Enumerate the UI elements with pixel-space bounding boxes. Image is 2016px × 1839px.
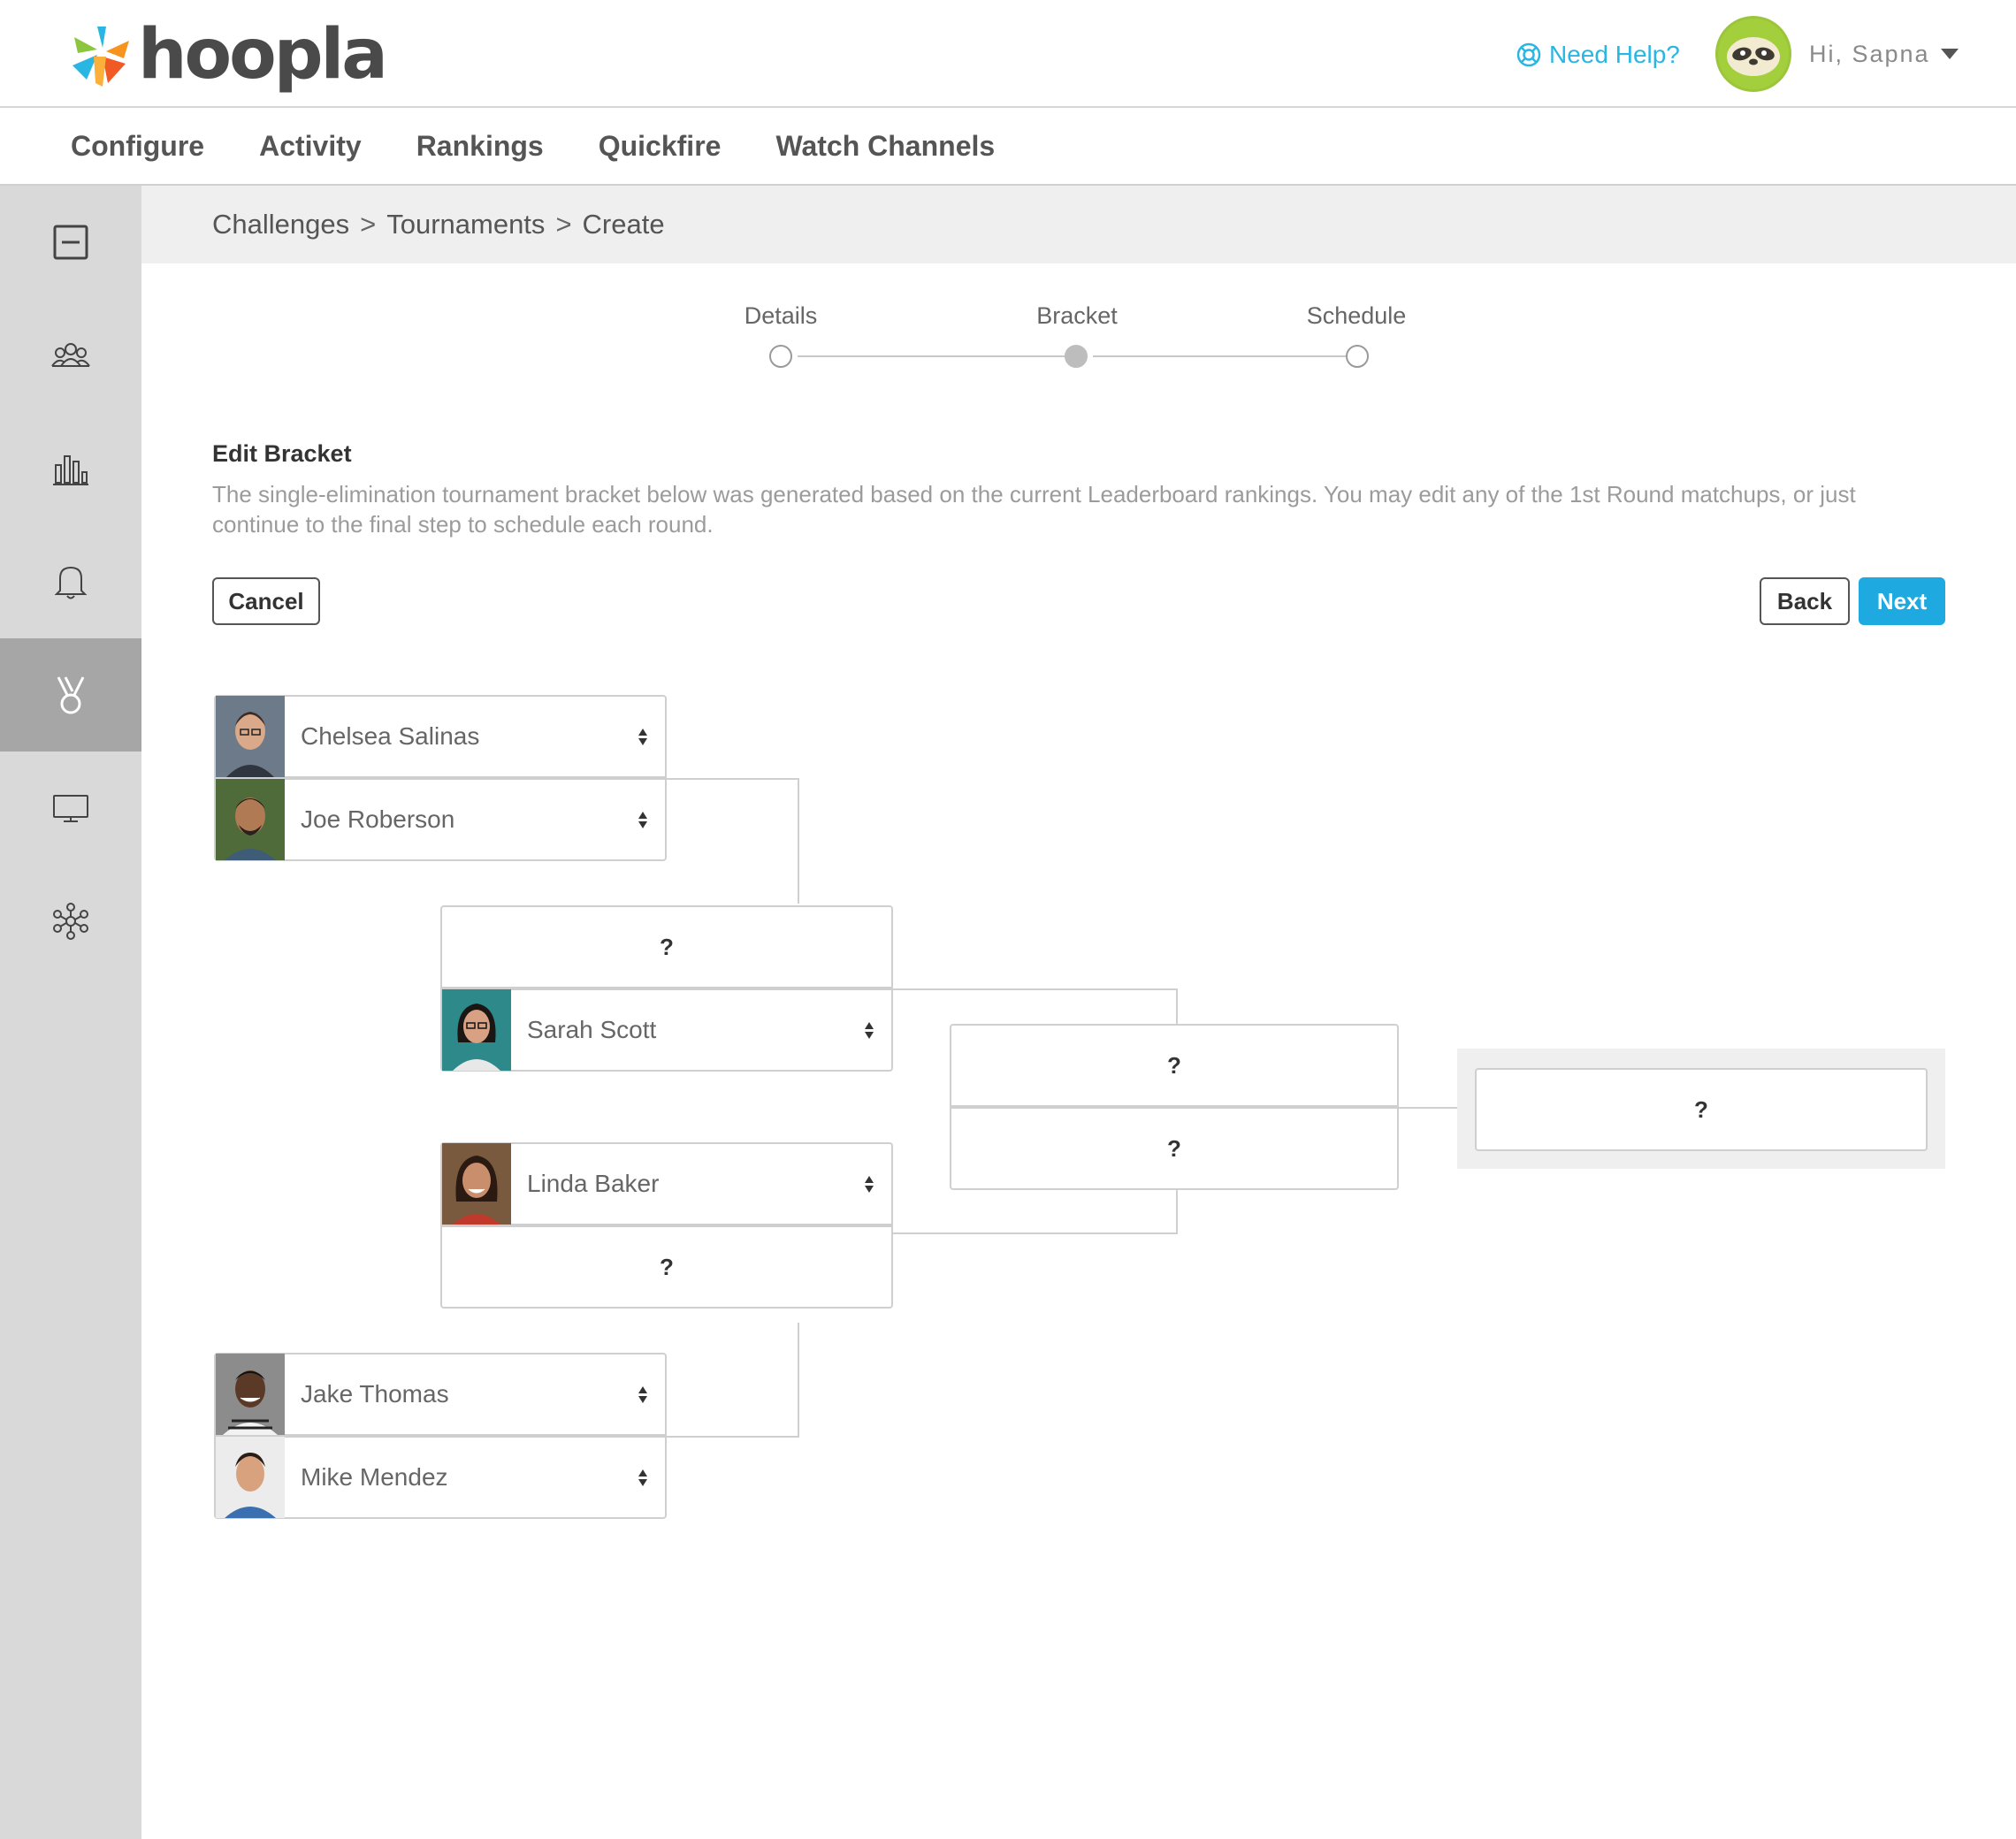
nav-activity[interactable]: Activity — [259, 130, 362, 163]
stepper-line — [798, 355, 1066, 357]
tbd-placeholder: ? — [1167, 1134, 1181, 1162]
sidebar-item-channels[interactable] — [0, 752, 141, 865]
hoopla-logo[interactable]: hoopla — [67, 11, 388, 99]
tbd-placeholder: ? — [660, 1253, 674, 1280]
breadcrumb-create: Create — [582, 209, 665, 240]
wizard-stepper: Details Bracket Schedule — [745, 302, 1450, 373]
nav-quickfire[interactable]: Quickfire — [599, 130, 722, 163]
sort-arrows-icon[interactable] — [630, 1385, 656, 1403]
chevron-down-icon[interactable] — [1940, 49, 1959, 59]
bracket-slot-round3[interactable]: ? — [950, 1024, 1399, 1107]
medal-icon — [57, 676, 85, 714]
stepper-line — [1093, 355, 1348, 357]
sloth-avatar-icon — [1718, 19, 1789, 89]
bracket-connector — [798, 1323, 799, 1438]
section-title: Edit Bracket — [212, 440, 352, 467]
sidebar-item-stats[interactable] — [0, 412, 141, 525]
player-name: Joe Roberson — [301, 805, 455, 833]
step-bracket-label: Bracket — [1036, 302, 1118, 329]
player-name: Jake Thomas — [301, 1380, 449, 1408]
sort-arrows-icon[interactable] — [856, 1021, 882, 1039]
sidebar-item-dashboard[interactable] — [0, 186, 141, 299]
step-bracket-dot[interactable] — [1065, 345, 1088, 368]
bracket-slot-round1[interactable]: Mike Mendez — [214, 1436, 667, 1519]
section-description: The single-elimination tournament bracke… — [212, 481, 1856, 538]
step-schedule-label: Schedule — [1306, 302, 1407, 329]
breadcrumb-challenges[interactable]: Challenges — [212, 209, 349, 240]
nav-configure[interactable]: Configure — [71, 130, 204, 163]
player-photo — [216, 779, 285, 860]
bracket-slot-round2[interactable]: ? — [440, 905, 893, 988]
nav-watch-channels[interactable]: Watch Channels — [775, 130, 995, 163]
bracket-slot-round1[interactable]: Jake Thomas — [214, 1353, 667, 1436]
player-name: Sarah Scott — [527, 1016, 657, 1043]
tbd-placeholder: ? — [1694, 1095, 1708, 1123]
need-help-label: Need Help? — [1549, 41, 1680, 68]
bracket-final-container: ? — [1457, 1049, 1945, 1169]
breadcrumb: Challenges > Tournaments > Create — [212, 209, 665, 240]
monitor-icon — [53, 795, 88, 822]
main-nav: Configure Activity Rankings Quickfire Wa… — [0, 108, 2016, 186]
team-icon — [51, 343, 90, 367]
top-header: hoopla Need Help? Hi, Sapna — [0, 0, 2016, 108]
sort-arrows-icon[interactable] — [630, 1469, 656, 1486]
next-button[interactable]: Next — [1859, 577, 1945, 625]
dashboard-icon — [53, 225, 88, 260]
step-details-label: Details — [744, 302, 818, 329]
player-photo — [216, 1437, 285, 1518]
breadcrumb-tournaments[interactable]: Tournaments — [386, 209, 545, 240]
sidebar-item-teams[interactable] — [0, 299, 141, 412]
bar-chart-icon — [53, 455, 88, 485]
sidebar — [0, 186, 141, 1839]
step-details-dot[interactable] — [769, 345, 792, 368]
player-photo — [216, 696, 285, 777]
bracket-slot-round3[interactable]: ? — [950, 1107, 1399, 1190]
cancel-button[interactable]: Cancel — [212, 577, 320, 625]
user-avatar[interactable] — [1715, 16, 1791, 92]
player-photo — [216, 1354, 285, 1435]
bracket-slot-final[interactable]: ? — [1475, 1068, 1928, 1151]
user-greeting: Hi, Sapna — [1809, 40, 1930, 67]
bracket-connector — [665, 778, 799, 904]
breadcrumb-bar: Challenges > Tournaments > Create — [141, 186, 2016, 263]
player-photo — [442, 1143, 511, 1225]
hoopla-logo-icon — [67, 21, 134, 88]
sidebar-item-integrations[interactable] — [0, 865, 141, 978]
sort-arrows-icon[interactable] — [630, 811, 656, 828]
bracket-slot-round1[interactable]: Chelsea Salinas — [214, 695, 667, 778]
player-photo — [442, 989, 511, 1071]
breadcrumb-separator: > — [555, 209, 572, 240]
player-name: Chelsea Salinas — [301, 722, 480, 750]
sidebar-item-challenges[interactable] — [0, 638, 141, 752]
bracket-connector — [665, 1436, 799, 1438]
lifebuoy-icon — [1516, 42, 1541, 67]
bracket-slot-round2[interactable]: ? — [440, 1225, 893, 1309]
tbd-placeholder: ? — [660, 933, 674, 960]
sort-arrows-icon[interactable] — [630, 728, 656, 745]
player-name: Mike Mendez — [301, 1463, 448, 1491]
step-schedule-dot[interactable] — [1346, 345, 1369, 368]
breadcrumb-separator: > — [360, 209, 377, 240]
sidebar-item-notifications[interactable] — [0, 525, 141, 638]
player-name: Linda Baker — [527, 1170, 660, 1197]
nav-rankings[interactable]: Rankings — [416, 130, 544, 163]
logo-text: hoopla — [138, 15, 388, 95]
need-help-link[interactable]: Need Help? — [1516, 41, 1680, 69]
tbd-placeholder: ? — [1167, 1051, 1181, 1079]
bell-icon — [54, 566, 88, 599]
network-icon — [53, 903, 88, 940]
bracket-slot-round2[interactable]: Sarah Scott — [440, 988, 893, 1072]
user-menu[interactable]: Hi, Sapna — [1715, 16, 1959, 92]
bracket-slot-round2[interactable]: Linda Baker — [440, 1142, 893, 1225]
back-button[interactable]: Back — [1760, 577, 1850, 625]
sort-arrows-icon[interactable] — [856, 1175, 882, 1193]
bracket-slot-round1[interactable]: Joe Roberson — [214, 778, 667, 861]
